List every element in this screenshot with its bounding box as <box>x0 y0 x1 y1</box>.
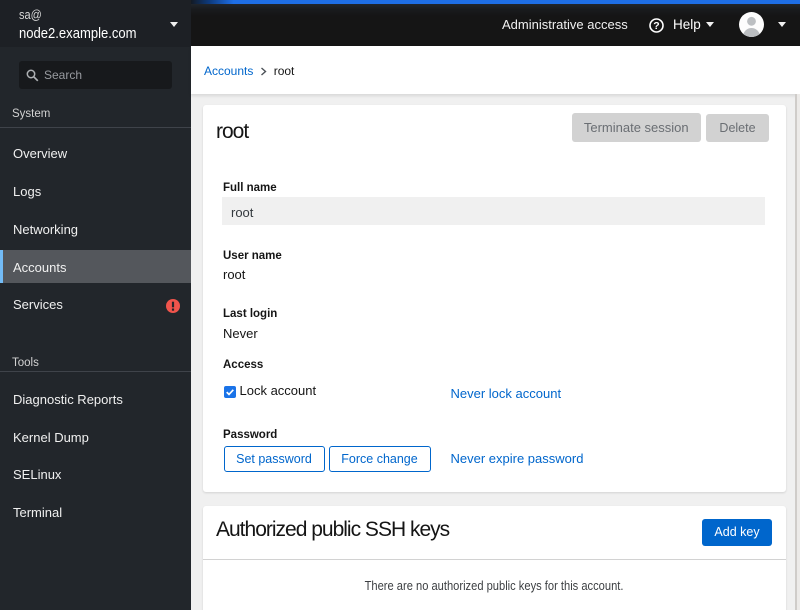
svg-text:?: ? <box>653 20 659 32</box>
